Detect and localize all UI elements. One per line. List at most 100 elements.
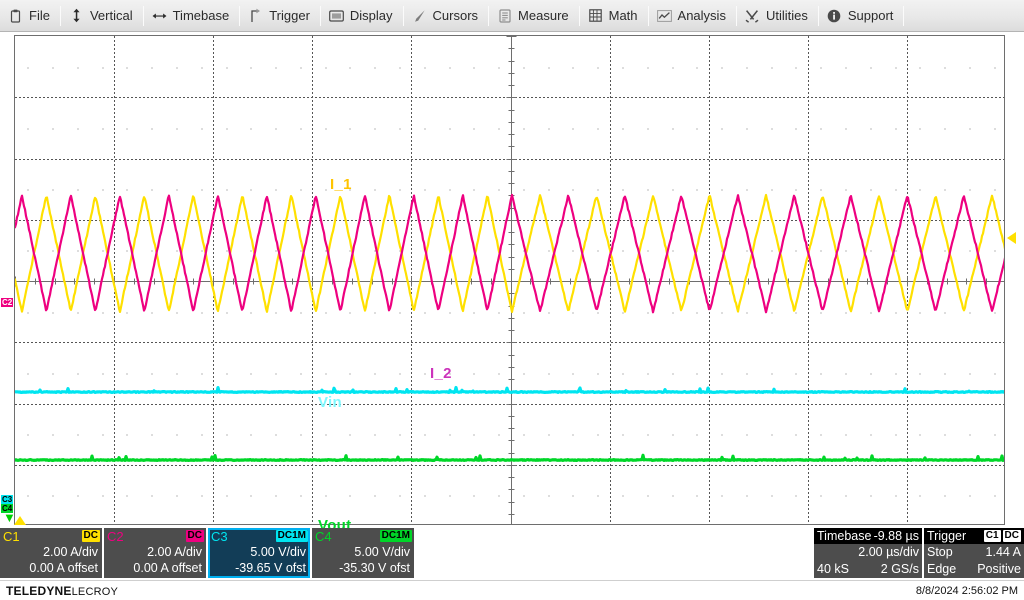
timebase-header: Timebase -9.88 µs bbox=[814, 528, 922, 544]
brand-logo: TELEDYNELECROY bbox=[6, 584, 118, 598]
menu-item-label: Timebase bbox=[172, 8, 230, 23]
clock-timestamp: 8/8/2024 2:56:02 PM bbox=[915, 584, 1018, 597]
channel-descriptor-C3[interactable]: C3 DC1M 5.00 V/div -39.65 V ofst bbox=[208, 528, 310, 578]
trigger-slope-icon bbox=[248, 8, 263, 23]
menu-item-label: Cursors bbox=[432, 8, 479, 23]
timebase-title: Timebase bbox=[817, 529, 872, 543]
menu-item-cursors[interactable]: Cursors bbox=[404, 0, 489, 32]
menu-item-label: Analysis bbox=[677, 8, 726, 23]
math-grid-icon bbox=[588, 8, 603, 23]
trace-C4 bbox=[15, 453, 1004, 462]
menu-item-label: Trigger bbox=[269, 8, 310, 23]
channel-label: C2 bbox=[107, 528, 124, 544]
trigger-slope: Positive bbox=[977, 562, 1021, 576]
brand-lecroy: LECROY bbox=[71, 585, 119, 598]
channel-header: C4 DC1M bbox=[312, 528, 414, 544]
channel-scale: 5.00 V/div bbox=[354, 545, 410, 559]
trigger-type-row: Edge Positive bbox=[924, 561, 1024, 578]
channel-header: C1 DC bbox=[0, 528, 102, 544]
timebase-descriptor[interactable]: Timebase -9.88 µs 2.00 µs/div 40 kS 2 GS… bbox=[814, 528, 922, 578]
channel-descriptors: C1 DC 2.00 A/div 0.00 A offset C2 DC 2.0… bbox=[0, 528, 416, 578]
trigger-time-marker[interactable] bbox=[14, 516, 26, 525]
menu-item-utilities[interactable]: Utilities bbox=[737, 0, 818, 32]
timebase-rate: 2 GS/s bbox=[880, 562, 919, 576]
channel-descriptor-C1[interactable]: C1 DC 2.00 A/div 0.00 A offset bbox=[0, 528, 102, 578]
timebase-scale-row: 2.00 µs/div bbox=[814, 544, 922, 561]
channel-scale: 2.00 A/div bbox=[147, 545, 202, 559]
waveform-label-I_1: I_1 bbox=[330, 176, 352, 193]
utilities-tools-icon bbox=[745, 8, 760, 23]
brand-teledyne: TELEDYNE bbox=[6, 583, 72, 598]
menu-item-measure[interactable]: Measure bbox=[489, 0, 579, 32]
timebase-samples: 40 kS bbox=[817, 562, 849, 576]
graticule-grid[interactable] bbox=[14, 35, 1005, 525]
channel-coupling-badge[interactable]: DC1M bbox=[275, 530, 308, 542]
timebase-delay: -9.88 µs bbox=[873, 529, 919, 543]
channel-label: C3 bbox=[211, 528, 228, 544]
trigger-level: 1.44 A bbox=[985, 545, 1021, 559]
channel-coupling-badge[interactable]: DC bbox=[185, 530, 204, 542]
cursor-arrow-icon bbox=[412, 8, 427, 23]
channel-label: C4 bbox=[315, 528, 332, 544]
menu-item-label: Utilities bbox=[765, 8, 808, 23]
channel-header: C3 DC1M bbox=[208, 528, 310, 544]
menu-item-label: Display bbox=[349, 8, 393, 23]
clipboard-icon bbox=[8, 8, 23, 23]
descriptor-bar: C1 DC 2.00 A/div 0.00 A offset C2 DC 2.0… bbox=[0, 528, 1024, 580]
menu-item-label: File bbox=[29, 8, 50, 23]
menu-separator bbox=[903, 5, 905, 26]
trigger-descriptor[interactable]: Trigger C1 DC Stop 1.44 A Edge Positive bbox=[924, 528, 1024, 578]
channel-offset: -39.65 V ofst bbox=[235, 561, 306, 575]
menu-item-support[interactable]: Support bbox=[819, 0, 904, 32]
display-screen-icon bbox=[329, 8, 344, 23]
trigger-level-marker[interactable] bbox=[1007, 232, 1016, 244]
channel-coupling-badge[interactable]: DC bbox=[81, 530, 100, 542]
menu-bar: File Vertical Timebase Trigger Display Cursor… bbox=[0, 0, 1024, 32]
channel-offset: 0.00 A offset bbox=[133, 561, 202, 575]
menu-item-vertical[interactable]: Vertical bbox=[61, 0, 143, 32]
trigger-state-row: Stop 1.44 A bbox=[924, 544, 1024, 561]
channel-descriptor-C4[interactable]: C4 DC1M 5.00 V/div -35.30 V ofst bbox=[312, 528, 414, 578]
analysis-trend-icon bbox=[656, 8, 672, 23]
channel-marker-c3[interactable]: C3 bbox=[1, 495, 14, 504]
timebase-acq-row: 40 kS 2 GS/s bbox=[814, 561, 922, 578]
status-bar: TELEDYNELECROY 8/8/2024 2:56:02 PM bbox=[0, 580, 1024, 600]
channel-header: C2 DC bbox=[104, 528, 206, 544]
support-info-icon bbox=[827, 8, 842, 23]
menu-item-label: Math bbox=[608, 8, 638, 23]
channel-descriptor-C2[interactable]: C2 DC 2.00 A/div 0.00 A offset bbox=[104, 528, 206, 578]
menu-item-trigger[interactable]: Trigger bbox=[240, 0, 320, 32]
trigger-type: Edge bbox=[927, 562, 957, 576]
waveform-label-I_2: I_2 bbox=[430, 365, 452, 382]
trace-C2 bbox=[15, 193, 1004, 314]
menu-item-timebase[interactable]: Timebase bbox=[144, 0, 240, 32]
timebase-scale: 2.00 µs/div bbox=[858, 545, 919, 559]
trace-C1 bbox=[15, 193, 1004, 313]
measure-list-icon bbox=[497, 8, 512, 23]
channel-label: C1 bbox=[3, 528, 20, 544]
channel-scale: 2.00 A/div bbox=[43, 545, 98, 559]
trigger-coupling-badge: DC bbox=[1002, 530, 1021, 542]
trigger-header: Trigger C1 DC bbox=[924, 528, 1024, 544]
channel-marker-c2[interactable]: C2 bbox=[1, 298, 14, 307]
channel-offset: 0.00 A offset bbox=[29, 561, 98, 575]
menu-item-math[interactable]: Math bbox=[580, 0, 648, 32]
channel-coupling-badge[interactable]: DC1M bbox=[379, 530, 412, 542]
waveform-label-Vin: Vin bbox=[318, 394, 342, 411]
trace-C3 bbox=[15, 385, 1004, 394]
channel-scale: 5.00 V/div bbox=[250, 545, 306, 559]
trigger-source-badge: C1 bbox=[983, 530, 1001, 542]
trigger-state: Stop bbox=[927, 545, 953, 559]
menu-item-label: Support bbox=[847, 8, 894, 23]
menu-item-label: Measure bbox=[518, 8, 569, 23]
leftright-arrow-icon bbox=[152, 8, 167, 23]
menu-item-label: Vertical bbox=[89, 8, 133, 23]
channel-offset: -35.30 V ofst bbox=[339, 561, 410, 575]
menu-item-analysis[interactable]: Analysis bbox=[649, 0, 736, 32]
waveform-area: I_1 I_2 Vin Vout C2 C3 C4 ▼ bbox=[0, 32, 1024, 534]
menu-item-display[interactable]: Display bbox=[321, 0, 403, 32]
waveform-traces bbox=[15, 193, 1004, 462]
trigger-title: Trigger bbox=[927, 529, 967, 543]
updown-arrow-icon bbox=[69, 8, 84, 23]
menu-item-file[interactable]: File bbox=[0, 0, 60, 32]
